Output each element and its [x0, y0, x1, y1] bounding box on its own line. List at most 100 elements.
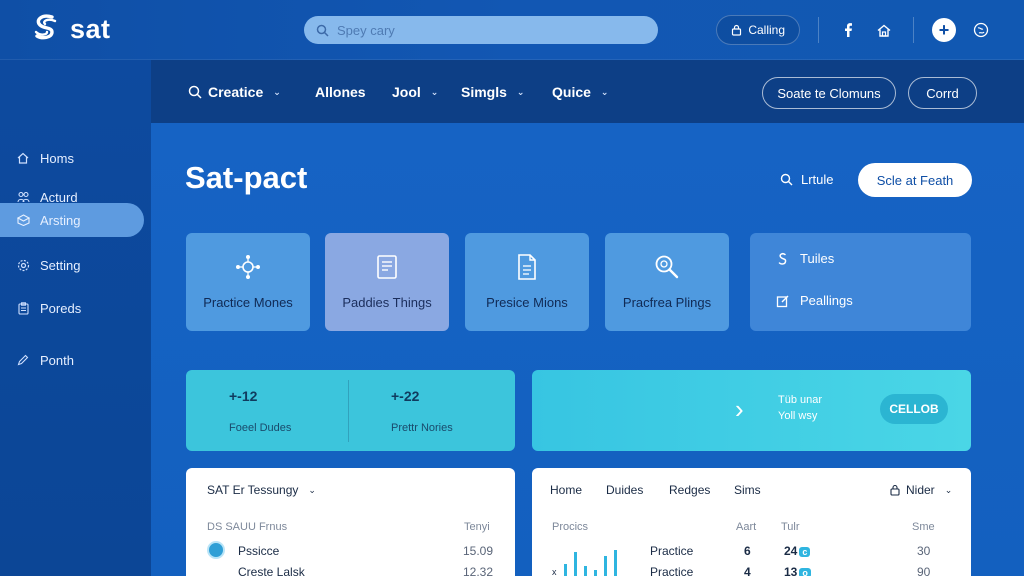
sidebar-item-label: Setting — [40, 257, 81, 273]
divider — [818, 17, 819, 43]
tab-duides[interactable]: Duides — [606, 483, 643, 497]
quick-link-peallings[interactable]: Peallings — [776, 293, 853, 308]
filter-dropdown[interactable]: Nider ⌄ — [890, 483, 952, 497]
nav-item-label: Allones — [315, 84, 366, 100]
chart-bar — [614, 550, 617, 576]
home-icon[interactable] — [873, 19, 895, 41]
tile-label: Practice Mones — [203, 295, 293, 310]
column-header: DS SAUU Frnus — [207, 521, 288, 533]
divider — [913, 17, 914, 43]
search-icon — [188, 85, 202, 99]
divider — [348, 380, 349, 442]
add-button[interactable]: + — [932, 18, 956, 42]
tulr-value: 13 — [784, 565, 798, 576]
chart-bar — [564, 564, 567, 576]
quick-link-tuiles[interactable]: Tuiles — [776, 251, 834, 266]
secondary-nav: Creatice ⌄ Allones Jool ⌄ Simgls ⌄ Quice… — [151, 60, 1024, 123]
table-row-label[interactable]: Creste Lalsk — [238, 565, 305, 576]
sidebar-item-label: Homs — [40, 150, 74, 166]
stat-block: +-22 Prettr Nories — [391, 388, 453, 434]
tab-sims[interactable]: Sims — [734, 483, 761, 497]
sidebar-item-label: Arsting — [40, 212, 81, 228]
status-badge: c — [799, 546, 811, 557]
notebook-icon — [373, 253, 401, 281]
top-bar: sat Calling + — [0, 0, 1024, 60]
document-icon — [513, 253, 541, 281]
sidebar: Homs Acturd Arsting Setting Poreds Ponth — [0, 60, 151, 576]
tile-label: Pracfrea Plings — [622, 295, 712, 310]
facebook-icon[interactable] — [837, 19, 859, 41]
chart-bar — [584, 566, 587, 576]
banner-text: Tüb unar Yoll wsy — [778, 392, 822, 424]
tab-redges[interactable]: Redges — [669, 483, 710, 497]
search-icon — [316, 24, 329, 37]
table-row-value: 4 — [744, 565, 751, 576]
pencil-icon — [16, 353, 30, 367]
gear-icon — [16, 258, 30, 272]
tab-home[interactable]: Home — [550, 483, 582, 497]
page-search-link[interactable]: Lrtule — [780, 172, 834, 187]
tile-label: Presice Mions — [486, 295, 568, 310]
table-row-label[interactable]: Pssicce — [238, 544, 279, 558]
chevron-right-icon[interactable]: › — [735, 394, 744, 425]
edit-square-icon — [776, 295, 789, 307]
stat-value: +-22 — [391, 388, 420, 404]
panel-title-dropdown[interactable]: SAT Er Tessungy ⌄ — [207, 483, 316, 497]
right-table-panel: Home Duides Redges Sims Nider ⌄ Procics … — [532, 468, 971, 576]
tile-paddies-things[interactable]: Paddies Things — [325, 233, 449, 331]
sidebar-item-label: Poreds — [40, 300, 82, 316]
sidebar-item-poreds[interactable]: Poreds — [0, 291, 144, 325]
table-row-value: 30 — [917, 544, 931, 558]
brand[interactable]: sat — [32, 12, 111, 46]
quick-link-label: Peallings — [800, 293, 853, 308]
table-row-value: 12.32 — [463, 565, 494, 576]
chart-bar — [604, 556, 607, 576]
people-icon — [16, 190, 30, 204]
calling-button[interactable]: Calling — [716, 15, 800, 45]
panel-title: SAT Er Tessungy — [207, 483, 299, 497]
search-input[interactable] — [337, 22, 637, 38]
sidebar-item-arsting[interactable]: Arsting — [0, 203, 144, 237]
search-icon — [780, 173, 793, 186]
sidebar-item-homs[interactable]: Homs — [0, 141, 144, 175]
filter-label: Nider — [906, 483, 935, 497]
tile-label: Paddies Things — [342, 295, 432, 310]
search-bar[interactable] — [304, 16, 658, 44]
cancel-button[interactable]: Corrd — [908, 77, 977, 109]
nav-item-allones[interactable]: Allones — [315, 84, 366, 100]
avatar — [207, 541, 225, 559]
brand-name: sat — [70, 13, 111, 44]
column-header: Tenyi — [464, 521, 490, 533]
chevron-down-icon: ⌄ — [273, 86, 281, 97]
nav-item-label: Jool — [392, 84, 421, 100]
box-icon — [16, 213, 30, 227]
chevron-down-icon: ⌄ — [944, 484, 953, 495]
nav-item-simgls[interactable]: Simgls ⌄ — [461, 84, 524, 100]
nav-item-quice[interactable]: Quice ⌄ — [552, 84, 608, 100]
primary-action-button[interactable]: Scle at Feath — [858, 163, 972, 197]
tile-pracfrea-plings[interactable]: Pracfrea Plings — [605, 233, 729, 331]
quick-link-label: Tuiles — [800, 251, 835, 266]
promo-banner: › Tüb unar Yoll wsy CELLOB — [532, 370, 971, 451]
column-header: Sme — [912, 521, 935, 533]
table-row-label[interactable]: Practice — [650, 565, 693, 576]
link-icon — [778, 252, 787, 265]
page-search-label: Lrtule — [801, 172, 834, 187]
sidebar-item-setting[interactable]: Setting — [0, 248, 144, 282]
tile-practice-mones[interactable]: Practice Mones — [186, 233, 310, 331]
column-header: Aart — [736, 521, 757, 533]
table-row-value: 13 o — [784, 565, 811, 576]
table-row-label[interactable]: Practice — [650, 544, 693, 558]
stat-block: +-12 Foeel Dudes — [229, 388, 291, 434]
globe-icon[interactable] — [970, 19, 992, 41]
create-columns-button[interactable]: Soate te Clomuns — [762, 77, 896, 109]
nav-item-creatice[interactable]: Creatice ⌄ — [188, 84, 281, 100]
nav-item-jool[interactable]: Jool ⌄ — [392, 84, 438, 100]
table-row-value: 6 — [744, 544, 751, 558]
sidebar-item-ponth[interactable]: Ponth — [0, 343, 144, 377]
banner-button[interactable]: CELLOB — [880, 394, 948, 424]
brand-logo-icon — [34, 14, 57, 40]
lock-icon — [890, 484, 900, 496]
tile-presice-mions[interactable]: Presice Mions — [465, 233, 589, 331]
stat-label: Foeel Dudes — [229, 422, 292, 434]
